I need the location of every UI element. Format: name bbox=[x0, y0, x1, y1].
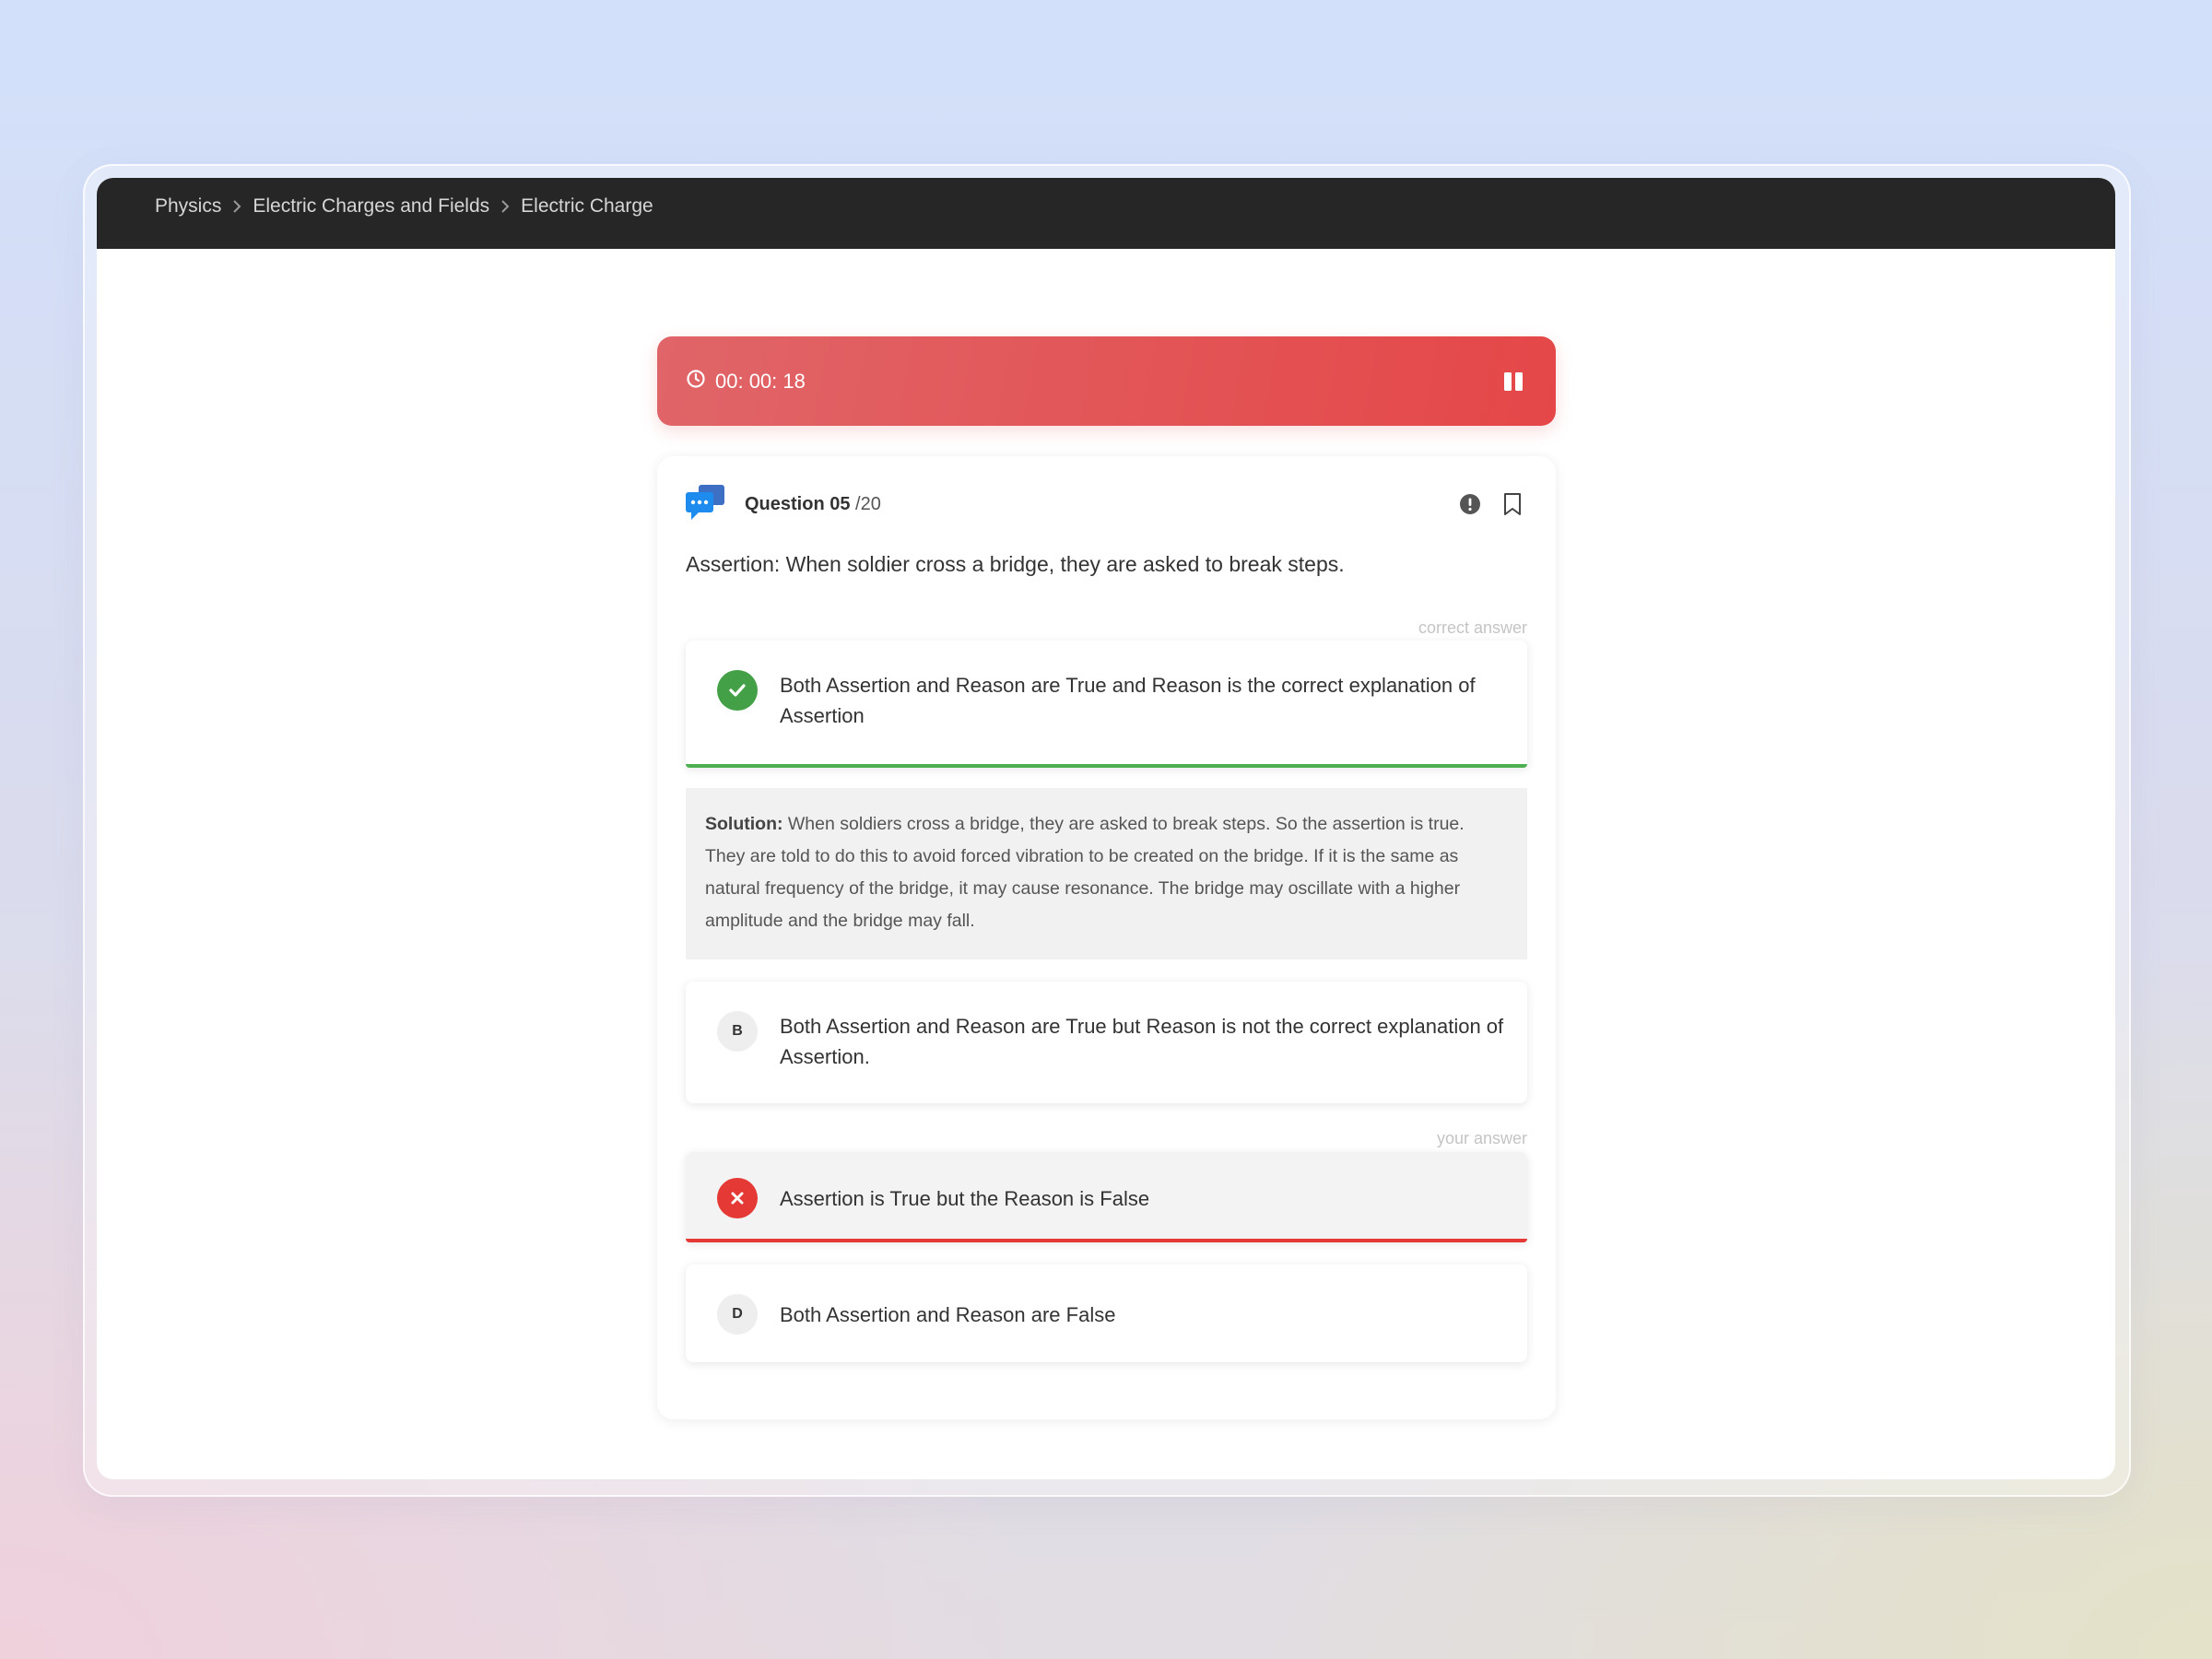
timer-bar: 00: 00: 18 bbox=[657, 336, 1556, 426]
option-c[interactable]: Assertion is True but the Reason is Fals… bbox=[686, 1152, 1527, 1242]
pause-button[interactable] bbox=[1501, 369, 1527, 394]
breadcrumb: Physics Electric Charges and Fields Elec… bbox=[155, 195, 653, 218]
chevron-right-icon bbox=[500, 199, 510, 213]
bookmark-button[interactable] bbox=[1503, 492, 1522, 516]
check-icon bbox=[729, 684, 746, 697]
quiz-content: 00: 00: 18 Question 05 /20 Assertion: Wh… bbox=[657, 336, 1556, 1419]
option-b-letter: B bbox=[717, 1011, 758, 1052]
your-answer-hint: your answer bbox=[1436, 1129, 1527, 1147]
solution-box: Solution: When soldiers cross a bridge, … bbox=[686, 788, 1527, 959]
breadcrumb-item-chapter[interactable]: Electric Charges and Fields bbox=[253, 195, 489, 218]
chat-bubbles-icon bbox=[686, 483, 726, 526]
option-d-letter: D bbox=[717, 1294, 758, 1335]
option-d[interactable]: D Both Assertion and Reason are False bbox=[686, 1265, 1527, 1362]
correct-answer-hint: correct answer bbox=[1418, 618, 1527, 637]
chevron-right-icon bbox=[232, 199, 241, 213]
solution-text: When soldiers cross a bridge, they are a… bbox=[705, 814, 1465, 931]
question-total: /20 bbox=[855, 493, 881, 514]
option-a-text: Both Assertion and Reason are True and R… bbox=[780, 674, 1476, 727]
bookmark-icon bbox=[1504, 493, 1521, 515]
option-d-text: Both Assertion and Reason are False bbox=[780, 1302, 1116, 1326]
question-header: Question 05 /20 bbox=[686, 484, 1527, 524]
timer-display: 00: 00: 18 bbox=[686, 369, 806, 394]
correct-badge bbox=[717, 670, 758, 711]
alert-icon bbox=[1460, 494, 1480, 514]
option-b-text: Both Assertion and Reason are True but R… bbox=[780, 1015, 1504, 1068]
timer-value: 00: 00: 18 bbox=[715, 369, 806, 393]
pause-icon bbox=[1504, 371, 1523, 391]
option-c-text: Assertion is True but the Reason is Fals… bbox=[780, 1186, 1150, 1210]
breadcrumb-item-subject[interactable]: Physics bbox=[155, 195, 221, 218]
question-card: Question 05 /20 Assertion: When soldier … bbox=[657, 456, 1556, 1419]
breadcrumb-item-topic[interactable]: Electric Charge bbox=[521, 195, 653, 218]
option-a[interactable]: Both Assertion and Reason are True and R… bbox=[686, 641, 1527, 768]
solution-label: Solution: bbox=[705, 814, 783, 834]
app-window: Physics Electric Charges and Fields Elec… bbox=[97, 178, 2115, 1479]
question-number: Question 05 /20 bbox=[745, 494, 881, 515]
report-button[interactable] bbox=[1459, 493, 1481, 515]
question-text: Assertion: When soldier cross a bridge, … bbox=[686, 552, 1345, 576]
clock-icon bbox=[686, 369, 706, 394]
close-icon bbox=[731, 1192, 744, 1205]
wrong-badge bbox=[717, 1178, 758, 1218]
option-b[interactable]: B Both Assertion and Reason are True but… bbox=[686, 982, 1527, 1103]
top-bar: Physics Electric Charges and Fields Elec… bbox=[97, 178, 2115, 249]
question-label: Question 05 bbox=[745, 493, 851, 514]
